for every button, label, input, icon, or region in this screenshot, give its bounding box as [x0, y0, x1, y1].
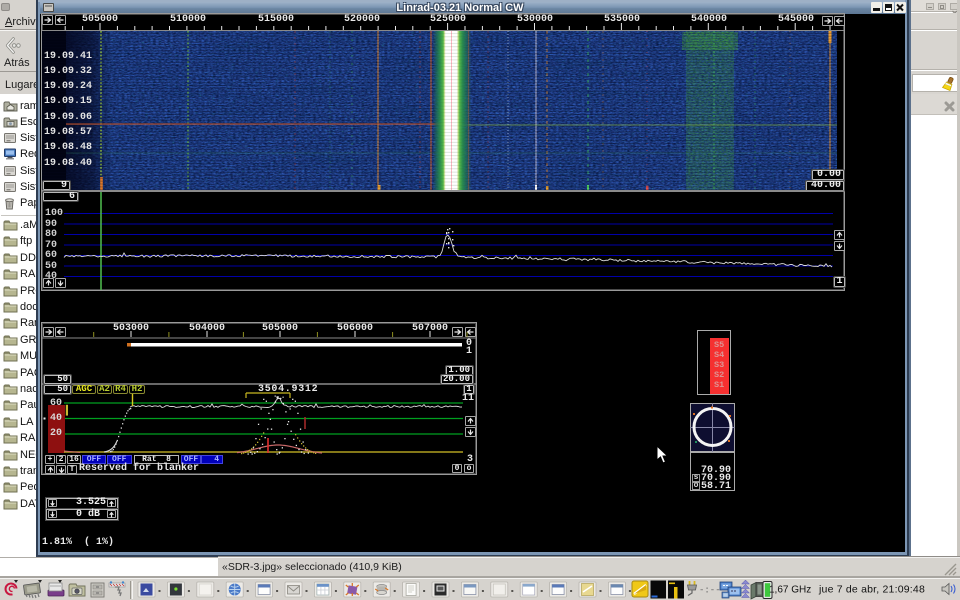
svg-text:-:--: -:--: [699, 586, 721, 596]
svg-text:jue 7 de abr, 21:09:48: jue 7 de abr, 21:09:48: [818, 584, 925, 596]
svg-text:1,67 GHz: 1,67 GHz: [769, 585, 811, 596]
